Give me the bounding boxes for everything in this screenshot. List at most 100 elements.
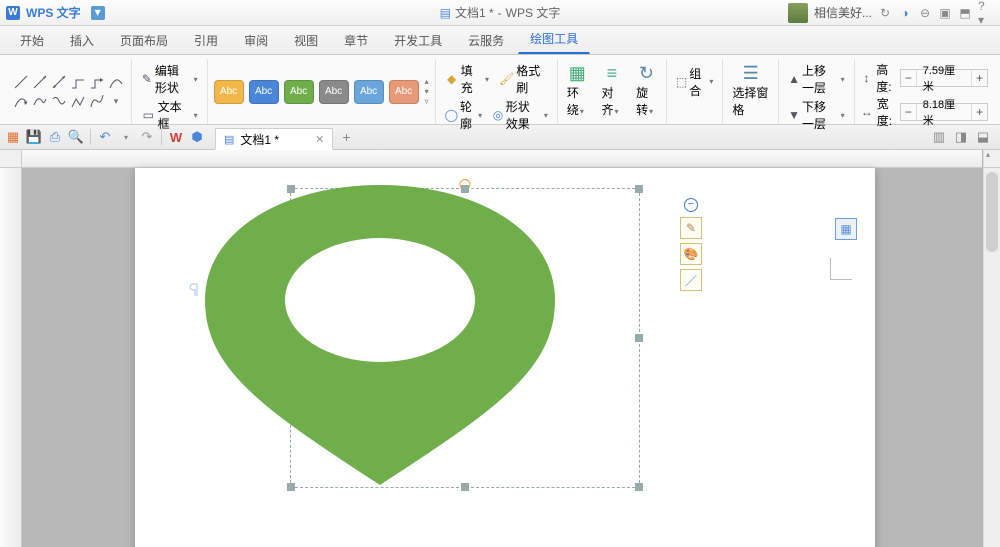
align-button[interactable]: ≡ 对齐▾: [599, 65, 626, 119]
tab-devtools[interactable]: 开发工具: [382, 25, 454, 54]
align-icon: ≡: [604, 66, 620, 82]
user-name[interactable]: 相信美好...: [814, 4, 872, 21]
outline-button[interactable]: ◯ 轮廓 ▾: [442, 97, 485, 133]
shape-effects-button[interactable]: ◎ 形状效果 ▾: [489, 97, 551, 133]
tab-review[interactable]: 审阅: [232, 25, 280, 54]
wps-doc-icon: ▤: [440, 6, 451, 20]
group-button[interactable]: ⬚ 组合 ▾: [673, 64, 717, 100]
float-tools-collapse-button[interactable]: −: [684, 198, 698, 212]
title-sep: -: [498, 6, 502, 20]
float-layout-button[interactable]: ▦: [835, 218, 857, 240]
avatar[interactable]: [788, 3, 808, 23]
edit-icon: ✎: [686, 221, 696, 235]
toolbar-collapse-icon[interactable]: ⬓: [974, 128, 992, 146]
lines-gallery[interactable]: ▾: [12, 73, 125, 110]
resize-handle-e[interactable]: [635, 334, 643, 342]
shape-style-6[interactable]: Abc: [389, 80, 419, 104]
save-icon[interactable]: 💾: [25, 128, 43, 146]
edit-shape-label: 编辑形状: [155, 62, 191, 96]
height-minus-button[interactable]: −: [901, 70, 917, 86]
map-pin-shape[interactable]: [195, 180, 565, 490]
redo-icon[interactable]: ↷: [138, 128, 156, 146]
outline-label: 轮廓: [460, 98, 475, 132]
fill-button[interactable]: ◆ 填充 ▾: [442, 61, 492, 97]
vertical-scrollbar[interactable]: [983, 168, 1000, 547]
format-painter-label: 格式刷: [516, 62, 548, 96]
shape-style-1[interactable]: Abc: [214, 80, 244, 104]
shape-style-3[interactable]: Abc: [284, 80, 314, 104]
format-painter-button[interactable]: 🖌 格式刷: [496, 61, 551, 97]
skin-icon[interactable]: ◑: [898, 6, 912, 20]
wps-cloud-icon[interactable]: W: [167, 128, 185, 146]
print-preview-icon[interactable]: 🔍: [67, 128, 85, 146]
style-scroll-down-icon[interactable]: ▾: [425, 87, 429, 96]
app-name: WPS 文字: [26, 4, 81, 21]
outline-icon: ◯: [445, 107, 458, 123]
close-tab-icon[interactable]: ✕: [315, 133, 324, 146]
height-stepper[interactable]: − 7.59厘米 +: [900, 69, 988, 87]
selection-pane-icon: ☰: [743, 66, 759, 82]
ruler-up-icon[interactable]: ▴: [984, 150, 992, 167]
height-icon: ↕: [861, 70, 873, 86]
help-icon[interactable]: ? ▾: [978, 6, 992, 20]
resize-handle-se[interactable]: [635, 483, 643, 491]
ribbon-group-size: ↕ 高度: − 7.59厘米 + ↔ 宽度: − 8.18厘米 +: [855, 59, 994, 124]
toolbar-icon-2[interactable]: ◨: [952, 128, 970, 146]
width-plus-button[interactable]: +: [971, 104, 987, 120]
new-doc-icon[interactable]: ▦: [4, 128, 22, 146]
tab-chapter[interactable]: 章节: [332, 25, 380, 54]
chevron-down-icon: ▾: [194, 75, 198, 84]
sync-icon[interactable]: ↻: [878, 6, 892, 20]
align-label: 对齐: [602, 86, 614, 117]
ribbon-group-selpane: ☰ 选择窗格: [723, 59, 779, 124]
height-value[interactable]: 7.59厘米: [917, 62, 972, 94]
shape-effects-icon: ◎: [492, 107, 504, 123]
style-scroll-up-icon[interactable]: ▴: [425, 77, 429, 86]
height-plus-button[interactable]: +: [971, 70, 987, 86]
shape-effects-label: 形状效果: [506, 98, 541, 132]
tab-start[interactable]: 开始: [8, 25, 56, 54]
float-edit-button[interactable]: ✎: [680, 217, 702, 239]
resize-handle-ne[interactable]: [635, 185, 643, 193]
tab-reference[interactable]: 引用: [182, 25, 230, 54]
shape-style-5[interactable]: Abc: [354, 80, 384, 104]
cube-icon[interactable]: ⬢: [188, 128, 206, 146]
vertical-ruler[interactable]: [0, 168, 22, 547]
undo-icon[interactable]: ↶: [96, 128, 114, 146]
width-minus-button[interactable]: −: [901, 104, 917, 120]
app-menu-dropdown[interactable]: ▾: [91, 6, 105, 20]
tab-insert[interactable]: 插入: [58, 25, 106, 54]
edit-shape-button[interactable]: ✎ 编辑形状 ▾: [138, 61, 201, 97]
tab-view[interactable]: 视图: [282, 25, 330, 54]
style-more-icon[interactable]: ▿: [425, 97, 429, 106]
tab-pagelayout[interactable]: 页面布局: [108, 25, 180, 54]
document-page[interactable]: − ▦ ✎ 🎨 ／: [135, 168, 875, 547]
shape-style-2[interactable]: Abc: [249, 80, 279, 104]
restore-icon[interactable]: ▣: [938, 6, 952, 20]
float-fill-button[interactable]: 🎨: [680, 243, 702, 265]
line-icon: ／: [685, 272, 697, 289]
width-stepper[interactable]: − 8.18厘米 +: [900, 103, 988, 121]
chevron-down-icon: ▾: [544, 111, 548, 120]
rotate-button[interactable]: ↻ 旋转▾: [633, 65, 660, 119]
width-value[interactable]: 8.18厘米: [917, 96, 972, 128]
minimize-icon[interactable]: ⊖: [918, 6, 932, 20]
pin-icon[interactable]: ⬒: [958, 6, 972, 20]
horizontal-ruler[interactable]: [22, 150, 982, 168]
add-tab-button[interactable]: +: [342, 129, 350, 145]
document-tab[interactable]: ▤ 文档1 * ✕: [215, 128, 333, 150]
tab-drawingtools[interactable]: 绘图工具: [518, 23, 590, 54]
toolbar-icon-1[interactable]: ▥: [930, 128, 948, 146]
ruler-right-buttons: ▴: [983, 150, 1000, 168]
undo-dropdown-icon[interactable]: ▾: [117, 128, 135, 146]
bring-forward-button[interactable]: ▲ 上移一层 ▾: [785, 61, 848, 97]
shape-style-4[interactable]: Abc: [319, 80, 349, 104]
wrap-button[interactable]: ▦ 环绕▾: [564, 65, 591, 119]
group-icon: ⬚: [676, 74, 687, 90]
float-outline-button[interactable]: ／: [680, 269, 702, 291]
tab-cloud[interactable]: 云服务: [456, 25, 516, 54]
paint-icon: 🎨: [684, 247, 699, 261]
print-icon[interactable]: ⎙: [46, 128, 64, 146]
send-backward-button[interactable]: ▼ 下移一层 ▾: [785, 97, 848, 133]
selection-pane-button[interactable]: ☰ 选择窗格: [729, 65, 772, 119]
